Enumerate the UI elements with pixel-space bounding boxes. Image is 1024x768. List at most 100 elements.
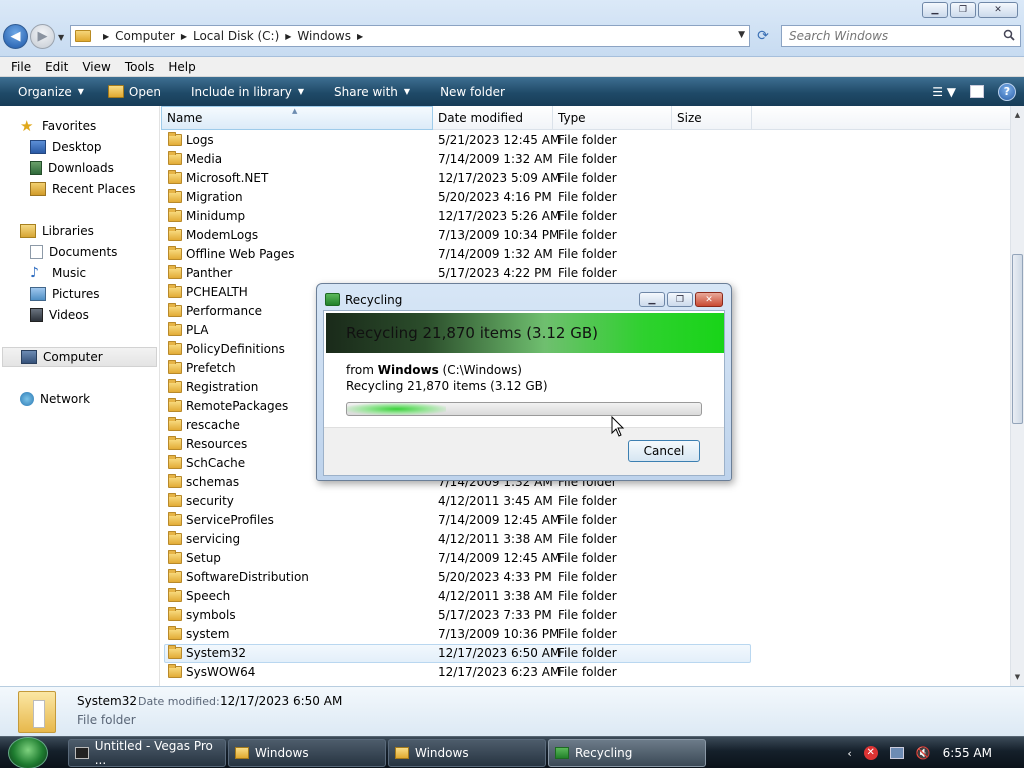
chevron-right-icon[interactable]: ▶: [181, 32, 187, 41]
clock[interactable]: 6:55 AM: [943, 746, 992, 760]
show-hidden-icons-icon[interactable]: ‹: [847, 747, 851, 760]
table-row[interactable]: ModemLogs 7/13/2009 10:34 PM File folder: [161, 226, 1010, 245]
column-name-label: Name: [167, 111, 203, 125]
menu-file[interactable]: File: [4, 60, 38, 74]
menu-help[interactable]: Help: [161, 60, 202, 74]
breadcrumb-windows[interactable]: Windows: [297, 29, 351, 43]
search-input[interactable]: [789, 29, 989, 43]
table-row[interactable]: SoftwareDistribution 5/20/2023 4:33 PM Fil…: [161, 568, 1010, 587]
vegas-icon: [75, 747, 89, 759]
nav-music[interactable]: ♪ Music: [30, 263, 86, 283]
scrollbar-thumb[interactable]: [1012, 254, 1023, 424]
scroll-down-arrow-icon[interactable]: ▼: [1011, 670, 1024, 684]
start-button[interactable]: [8, 737, 48, 768]
nav-videos[interactable]: Videos: [30, 305, 89, 325]
progress-fill: [347, 403, 447, 415]
nav-network[interactable]: Network: [20, 389, 90, 409]
help-icon[interactable]: ?: [998, 82, 1016, 101]
computer-icon: [21, 350, 37, 364]
file-name: Microsoft.NET: [186, 171, 269, 185]
search-box[interactable]: [781, 25, 1021, 47]
menu-view[interactable]: View: [75, 60, 117, 74]
nav-documents[interactable]: Documents: [30, 242, 117, 262]
system-tray: ‹ ✕ 🔇 6:55 AM: [847, 737, 1024, 768]
folder-icon: [168, 246, 182, 260]
volume-muted-icon[interactable]: 🔇: [916, 746, 931, 760]
vertical-scrollbar[interactable]: ▲ ▼: [1010, 106, 1024, 686]
table-row[interactable]: Panther 5/17/2023 4:22 PM File folder: [161, 264, 1010, 283]
preview-pane-icon[interactable]: [970, 85, 984, 98]
table-row[interactable]: Migration 5/20/2023 4:16 PM File folder: [161, 188, 1010, 207]
refresh-button[interactable]: ⟳: [752, 26, 774, 46]
menu-tools[interactable]: Tools: [118, 60, 162, 74]
network-status-icon[interactable]: [889, 747, 904, 759]
security-alert-icon[interactable]: ✕: [863, 746, 878, 760]
column-size[interactable]: Size: [672, 106, 752, 130]
minimize-button[interactable]: ▁: [922, 2, 948, 18]
table-row[interactable]: Speech 4/12/2011 3:38 AM File folder: [161, 587, 1010, 606]
cancel-button[interactable]: Cancel: [628, 440, 700, 462]
open-button[interactable]: Open: [94, 77, 171, 106]
table-row[interactable]: servicing 4/12/2011 3:38 AM File folder: [161, 530, 1010, 549]
table-row[interactable]: symbols 5/17/2023 7:33 PM File folder: [161, 606, 1010, 625]
forward-button[interactable]: ▶: [30, 24, 55, 49]
taskbar-item-vegas[interactable]: Untitled - Vegas Pro ...: [68, 739, 226, 767]
breadcrumb-computer[interactable]: Computer: [115, 29, 175, 43]
recent-pages-dropdown[interactable]: ▼: [58, 33, 64, 42]
table-row[interactable]: Setup 7/14/2009 12:45 AM File folder: [161, 549, 1010, 568]
table-row[interactable]: Logs 5/21/2023 12:45 AM File folder: [161, 131, 1010, 150]
share-with-button[interactable]: Share with ▼: [314, 77, 420, 106]
taskbar-item-windows-1[interactable]: Windows: [228, 739, 386, 767]
dialog-maximize-button[interactable]: ❐: [667, 292, 693, 307]
chevron-right-icon[interactable]: ▶: [357, 32, 363, 41]
nav-desktop[interactable]: Desktop: [30, 137, 102, 157]
file-name: PCHEALTH: [186, 285, 248, 299]
nav-favorites[interactable]: ★ Favorites: [20, 116, 96, 136]
details-date: 12/17/2023 6:50 AM: [220, 694, 343, 708]
table-row[interactable]: SysWOW64 12/17/2023 6:23 AM File folder: [161, 663, 1010, 682]
taskbar-item-windows-2[interactable]: Windows: [388, 739, 546, 767]
scroll-up-arrow-icon[interactable]: ▲: [1011, 108, 1024, 122]
close-button[interactable]: ✕: [978, 2, 1018, 18]
breadcrumb-local-disk[interactable]: Local Disk (C:): [193, 29, 279, 43]
dialog-close-button[interactable]: ✕: [695, 292, 723, 307]
search-icon[interactable]: [1003, 29, 1015, 41]
taskbar-item-recycling[interactable]: Recycling: [548, 739, 706, 767]
table-row[interactable]: security 4/12/2011 3:45 AM File folder: [161, 492, 1010, 511]
nav-label: Documents: [49, 245, 118, 259]
table-row[interactable]: system 7/13/2009 10:36 PM File folder: [161, 625, 1010, 644]
nav-pictures[interactable]: Pictures: [30, 284, 100, 304]
table-row[interactable]: Media 7/14/2009 1:32 AM File folder: [161, 150, 1010, 169]
dialog-minimize-button[interactable]: ▁: [639, 292, 665, 307]
table-row[interactable]: ServiceProfiles 7/14/2009 12:45 AM File fo…: [161, 511, 1010, 530]
nav-label: Desktop: [52, 140, 102, 154]
view-options-icon[interactable]: ☰ ▼: [932, 85, 956, 99]
column-date-modified[interactable]: Date modified: [433, 106, 553, 130]
table-row[interactable]: Microsoft.NET 12/17/2023 5:09 AM File fold…: [161, 169, 1010, 188]
nav-libraries[interactable]: Libraries: [20, 221, 94, 241]
nav-recent-places[interactable]: Recent Places: [30, 179, 135, 199]
address-bar[interactable]: ▶ Computer ▶ Local Disk (C:) ▶ Windows ▶…: [70, 25, 750, 47]
network-icon: [20, 392, 34, 406]
folder-icon: [168, 626, 182, 640]
chevron-down-icon[interactable]: ▼: [738, 30, 745, 40]
maximize-button[interactable]: ❐: [950, 2, 976, 18]
folder-icon: [168, 208, 182, 222]
column-type[interactable]: Type: [553, 106, 672, 130]
include-in-library-button[interactable]: Include in library ▼: [171, 77, 314, 106]
back-button[interactable]: ◀: [3, 24, 28, 49]
chevron-right-icon[interactable]: ▶: [285, 32, 291, 41]
organize-button[interactable]: Organize ▼: [0, 77, 94, 106]
column-name[interactable]: Name ▲: [161, 106, 433, 130]
file-type: File folder: [558, 190, 617, 204]
chevron-right-icon[interactable]: ▶: [103, 32, 109, 41]
new-folder-button[interactable]: New folder: [420, 77, 515, 106]
nav-computer[interactable]: Computer: [2, 347, 157, 367]
menu-edit[interactable]: Edit: [38, 60, 75, 74]
table-row[interactable]: Offline Web Pages 7/14/2009 1:32 AM File f…: [161, 245, 1010, 264]
table-row[interactable]: Minidump 12/17/2023 5:26 AM File folder: [161, 207, 1010, 226]
table-row[interactable]: System32 12/17/2023 6:50 AM File folder: [161, 644, 1010, 663]
file-type: File folder: [558, 589, 617, 603]
folder-icon: [168, 417, 182, 431]
nav-downloads[interactable]: Downloads: [30, 158, 114, 178]
